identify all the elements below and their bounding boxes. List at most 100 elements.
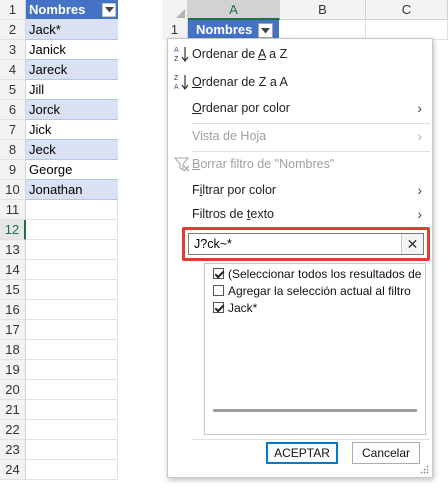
row-header[interactable]: 10: [0, 180, 26, 200]
row-header[interactable]: 13: [0, 240, 26, 260]
row-header-1[interactable]: 1: [162, 20, 188, 40]
menu-sort-a-to-z[interactable]: A Z Ordenar de A a Z: [168, 41, 432, 67]
row-header[interactable]: 22: [0, 420, 26, 440]
column-header-b[interactable]: B: [280, 0, 366, 20]
row-header[interactable]: 12: [0, 220, 26, 240]
table-cell[interactable]: Janick: [26, 40, 118, 60]
checkbox[interactable]: [213, 285, 224, 296]
menu-separator: [192, 439, 430, 440]
chevron-right-icon: ›: [417, 206, 422, 222]
list-item[interactable]: Jack*: [213, 300, 257, 317]
row-header[interactable]: 2: [0, 20, 26, 40]
nombres-header-cell[interactable]: Nombres: [26, 0, 118, 20]
table-cell[interactable]: Jeck: [26, 140, 118, 160]
row-header[interactable]: 8: [0, 140, 26, 160]
table-cell[interactable]: [26, 260, 118, 280]
table-cell[interactable]: [26, 300, 118, 320]
table-cell[interactable]: Jareck: [26, 60, 118, 80]
list-item[interactable]: (Seleccionar todos los resultados de: [213, 266, 421, 283]
list-item[interactable]: Agregar la selección actual al filtro: [213, 283, 411, 300]
row-header[interactable]: 11: [0, 200, 26, 220]
filter-dropdown-button[interactable]: [102, 3, 116, 17]
menu-filter-by-color[interactable]: Filtrar por color ›: [168, 177, 432, 203]
cancel-button[interactable]: Cancelar: [352, 442, 420, 464]
row-header[interactable]: 19: [0, 360, 26, 380]
svg-text:A: A: [174, 84, 179, 91]
cell-text: Jick: [29, 122, 52, 137]
table-cell[interactable]: [26, 360, 118, 380]
table-cell[interactable]: [26, 380, 118, 400]
text-filters-label-post: exto: [250, 207, 275, 221]
select-all-corner[interactable]: [162, 0, 188, 20]
table-cell[interactable]: [26, 400, 118, 420]
checkbox[interactable]: [213, 268, 224, 279]
cell-text: Jill: [29, 82, 45, 97]
filter-dropdown-button[interactable]: [258, 23, 273, 38]
cell-c1[interactable]: [366, 20, 448, 40]
filter-color-label-post: ltrar por color: [202, 183, 277, 197]
sheet-row: 9 George: [0, 160, 118, 180]
column-header-c[interactable]: C: [366, 0, 448, 20]
sheet-row: 24: [0, 460, 118, 480]
table-cell[interactable]: [26, 420, 118, 440]
table-cell[interactable]: [26, 220, 118, 240]
menu-sort-by-color[interactable]: Ordenar por color ›: [168, 95, 432, 121]
table-cell[interactable]: [26, 320, 118, 340]
sheet-row: 3 Janick: [0, 40, 118, 60]
ok-button[interactable]: ACEPTAR: [266, 442, 338, 464]
row-header[interactable]: 1: [0, 0, 26, 20]
chevron-right-icon: ›: [417, 182, 422, 198]
sheet-row: 15: [0, 280, 118, 300]
table-cell[interactable]: [26, 280, 118, 300]
table-cell[interactable]: Jick: [26, 120, 118, 140]
filter-values-list[interactable]: (Seleccionar todos los resultados de Agre…: [204, 263, 426, 435]
table-cell[interactable]: George: [26, 160, 118, 180]
table-cell[interactable]: Jorck: [26, 100, 118, 120]
table-cell[interactable]: [26, 460, 118, 480]
table-cell[interactable]: [26, 200, 118, 220]
menu-sort-z-to-a[interactable]: Z A Ordenar de Z a A: [168, 69, 432, 95]
row-header[interactable]: 7: [0, 120, 26, 140]
sheet-row: 21: [0, 400, 118, 420]
sort-za-label-post: rdenar de Z a A: [201, 75, 288, 89]
row-header[interactable]: 16: [0, 300, 26, 320]
row-header[interactable]: 18: [0, 340, 26, 360]
sheet-row: 16: [0, 300, 118, 320]
column-header-a[interactable]: A: [188, 0, 280, 20]
table-cell[interactable]: Jill: [26, 80, 118, 100]
row-header[interactable]: 4: [0, 60, 26, 80]
row-header[interactable]: 3: [0, 40, 26, 60]
list-item-label: Jack*: [228, 301, 258, 315]
row-header[interactable]: 24: [0, 460, 26, 480]
row-header[interactable]: 20: [0, 380, 26, 400]
cell-b1[interactable]: [280, 20, 366, 40]
row-header[interactable]: 6: [0, 100, 26, 120]
table-cell[interactable]: [26, 240, 118, 260]
sheet-row: 1 Nombres: [0, 0, 118, 20]
sheet-row: 2 Jack*: [0, 20, 118, 40]
sort-az-label-post: a Z: [265, 47, 288, 61]
table-cell[interactable]: Jonathan: [26, 180, 118, 200]
table-cell[interactable]: [26, 440, 118, 460]
filter-color-label-pre: F: [192, 183, 200, 197]
search-input[interactable]: [189, 234, 401, 254]
menu-sheet-view: Vista de Hoja ›: [168, 123, 432, 149]
row-header[interactable]: 15: [0, 280, 26, 300]
sort-az-label-pre: Ordenar de: [192, 47, 259, 61]
checkbox[interactable]: [213, 302, 224, 313]
row-header[interactable]: 9: [0, 160, 26, 180]
resize-grip-icon[interactable]: [420, 465, 429, 474]
row-header[interactable]: 17: [0, 320, 26, 340]
row-header[interactable]: 14: [0, 260, 26, 280]
sheet-row: 12: [0, 220, 118, 240]
horizontal-scrollbar[interactable]: [213, 409, 417, 412]
menu-text-filters[interactable]: Filtros de texto ›: [168, 201, 432, 227]
close-icon[interactable]: ✕: [401, 234, 423, 254]
row-header[interactable]: 23: [0, 440, 26, 460]
table-cell[interactable]: Jack*: [26, 20, 118, 40]
row-header[interactable]: 5: [0, 80, 26, 100]
sheet-row: 20: [0, 380, 118, 400]
list-item-label: Agregar la selección actual al filtro: [228, 284, 411, 298]
table-cell[interactable]: [26, 340, 118, 360]
row-header[interactable]: 21: [0, 400, 26, 420]
